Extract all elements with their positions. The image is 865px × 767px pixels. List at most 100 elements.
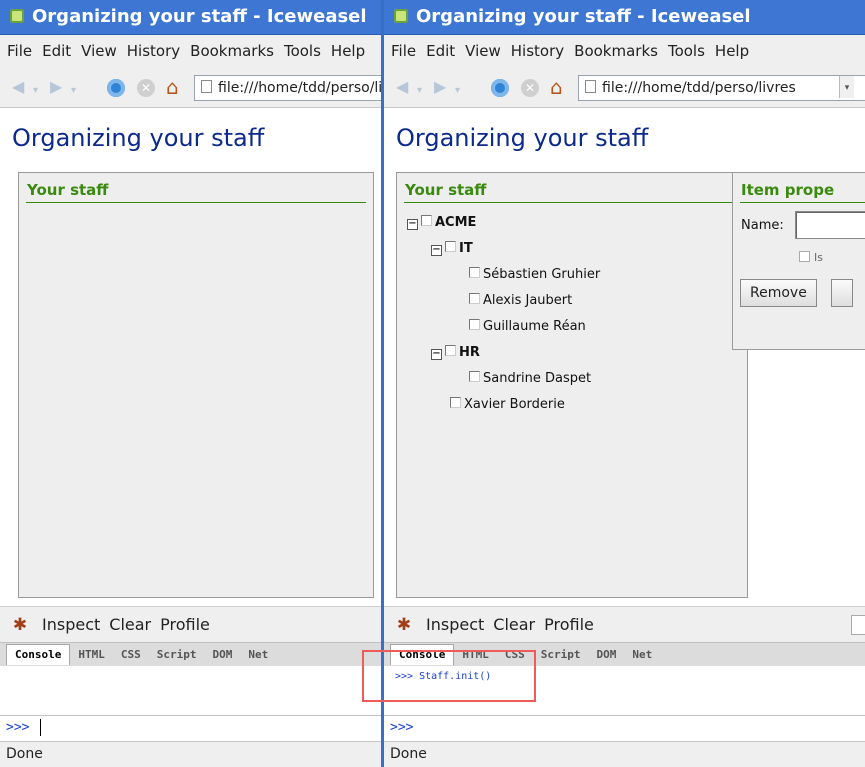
item-properties-panel: Item prope Name: Is Remove [732,172,865,350]
status-text: Done [390,746,427,762]
home-icon[interactable]: ⌂ [166,76,179,98]
title-bar[interactable]: Organizing your staff - Iceweasel [0,0,381,35]
menu-tools[interactable]: Tools [284,42,321,60]
tree-node-sandrine-daspet[interactable]: Sandrine Daspet [469,370,591,388]
firebug-icon[interactable]: ✱ [394,607,414,643]
staff-panel: Your staff − ACME − IT Sébastien Gruhier A… [396,172,748,598]
status-text: Done [6,746,43,762]
firebug-tabs: Console HTML CSS Script DOM Net [0,642,381,667]
page-title: Organizing your staff [12,124,265,152]
checkbox[interactable] [469,293,480,304]
highlight-box [362,650,536,702]
window-title: Organizing your staff - Iceweasel [32,6,367,27]
console-command-line[interactable]: >>> [0,715,381,741]
status-bar: Done [384,741,865,767]
tab-html[interactable]: HTML [70,645,113,665]
forward-icon[interactable]: ▶ [434,78,446,96]
console-output [0,666,381,714]
tab-dom[interactable]: DOM [204,645,240,665]
inspect-button[interactable]: Inspect [426,615,484,634]
window-title: Organizing your staff - Iceweasel [416,6,751,27]
menu-help[interactable]: Help [715,42,749,60]
is-checkbox[interactable]: Is [799,251,823,264]
firebug-icon[interactable]: ✱ [10,607,30,643]
checkbox[interactable] [469,319,480,330]
url-text: file:///home/tdd/perso/livres [602,80,796,96]
collapse-icon[interactable]: − [431,349,442,360]
collapse-icon[interactable]: − [407,219,418,230]
tab-dom[interactable]: DOM [588,645,624,665]
tab-console[interactable]: Console [6,644,71,665]
name-label: Name: [741,218,784,233]
console-command-line[interactable]: >>> [384,715,865,741]
checkbox[interactable] [469,371,480,382]
checkbox[interactable] [469,267,480,278]
menu-tools[interactable]: Tools [668,42,705,60]
back-icon[interactable]: ◀ [396,78,408,96]
forward-dropdown-icon[interactable]: ▾ [71,82,76,100]
back-dropdown-icon[interactable]: ▾ [33,82,38,100]
panel-divider [404,202,740,203]
forward-icon[interactable]: ▶ [50,78,62,96]
collapse-icon[interactable]: − [431,245,442,256]
panel-title: Your staff [405,181,487,199]
tree-node-xavier-borderie[interactable]: Xavier Borderie [450,396,565,414]
reload-icon[interactable] [491,79,509,97]
tree-node-guillaume-rean[interactable]: Guillaume Réan [469,318,586,336]
menu-edit[interactable]: Edit [42,42,71,60]
navigation-toolbar: ◀ ▾ ▶ ▾ ✕ ⌂ file:///home/tdd/perso/livre… [384,67,865,108]
checkbox[interactable] [799,251,810,262]
reload-icon[interactable] [107,79,125,97]
menu-bookmarks[interactable]: Bookmarks [574,42,658,60]
next-button[interactable] [831,279,853,307]
menu-edit[interactable]: Edit [426,42,455,60]
title-bar[interactable]: Organizing your staff - Iceweasel [384,0,865,35]
url-text: file:///home/tdd/perso/livres [218,80,381,96]
iceweasel-icon [394,9,408,23]
back-dropdown-icon[interactable]: ▾ [417,82,422,100]
remove-button[interactable]: Remove [740,279,817,307]
url-bar[interactable]: file:///home/tdd/perso/livres [194,75,381,101]
profile-button[interactable]: Profile [160,615,210,634]
menu-view[interactable]: View [81,42,117,60]
tree-node-sebastien-gruhier[interactable]: Sébastien Gruhier [469,266,600,284]
back-icon[interactable]: ◀ [12,78,24,96]
checkbox[interactable] [421,215,432,226]
menu-history[interactable]: History [127,42,180,60]
url-dropdown-icon[interactable]: ▾ [839,76,854,98]
menu-history[interactable]: History [511,42,564,60]
panel-divider [26,202,366,203]
tab-net[interactable]: Net [240,645,276,665]
tree-node-alexis-jaubert[interactable]: Alexis Jaubert [469,292,572,310]
tree-node-hr[interactable]: − HR [431,344,480,362]
search-field[interactable] [851,615,865,635]
checkbox[interactable] [450,397,461,408]
menu-bookmarks[interactable]: Bookmarks [190,42,274,60]
tab-net[interactable]: Net [624,645,660,665]
home-icon[interactable]: ⌂ [550,76,563,98]
panel-title: Your staff [27,181,109,199]
firebug-toolbar: ✱ Inspect Clear Profile [0,606,381,643]
menu-file[interactable]: File [391,42,416,60]
menu-help[interactable]: Help [331,42,365,60]
staff-panel: Your staff [18,172,374,598]
checkbox[interactable] [445,345,456,356]
tab-css[interactable]: CSS [113,645,149,665]
tree-node-it[interactable]: − IT [431,240,473,258]
tab-script[interactable]: Script [149,645,205,665]
clear-button[interactable]: Clear [493,615,535,634]
checkbox[interactable] [445,241,456,252]
menu-file[interactable]: File [7,42,32,60]
url-bar[interactable]: file:///home/tdd/perso/livres ▾ [578,75,865,101]
clear-button[interactable]: Clear [109,615,151,634]
stop-icon[interactable]: ✕ [137,79,155,97]
stop-icon[interactable]: ✕ [521,79,539,97]
name-field[interactable] [795,211,865,239]
tree-node-acme[interactable]: − ACME [407,214,476,232]
inspect-button[interactable]: Inspect [42,615,100,634]
profile-button[interactable]: Profile [544,615,594,634]
tab-script[interactable]: Script [533,645,589,665]
iceweasel-icon [10,9,24,23]
forward-dropdown-icon[interactable]: ▾ [455,82,460,100]
menu-view[interactable]: View [465,42,501,60]
